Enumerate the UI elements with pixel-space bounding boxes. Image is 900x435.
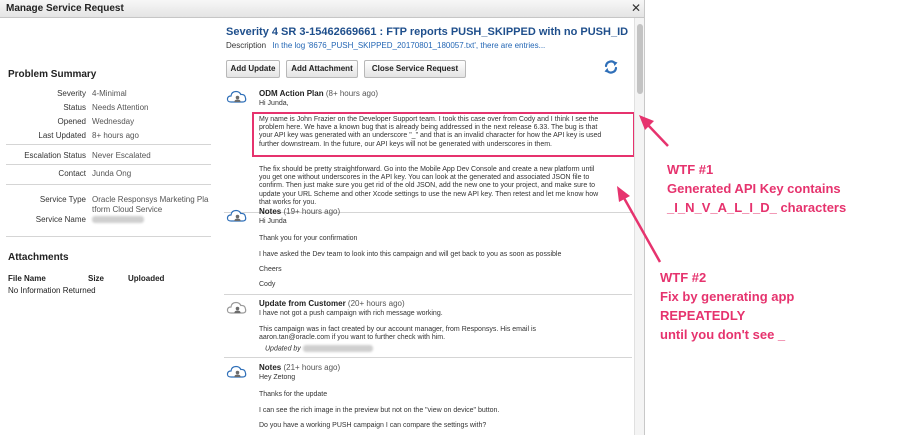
arrow-line [647, 124, 669, 147]
annotation-line: Generated API Key contains [667, 181, 841, 196]
annotation-line: _I_N_V_A_L_I_D_ characters [667, 200, 847, 215]
annotation-arrows [617, 115, 669, 263]
annotation-line: REPEATEDLY [660, 308, 746, 323]
annotation-line: WTF #2 [660, 270, 707, 285]
annotation-wtf1: WTF #1 Generated API Key contains _I_N_V… [667, 160, 846, 217]
annotation-line: until you don't see _ [660, 327, 786, 342]
annotation-line: Fix by generating app [660, 289, 795, 304]
annotation-wtf2: WTF #2 Fix by generating app REPEATEDLY … [660, 268, 794, 344]
annotation-line: WTF #1 [667, 162, 714, 177]
arrow-line [622, 197, 662, 263]
